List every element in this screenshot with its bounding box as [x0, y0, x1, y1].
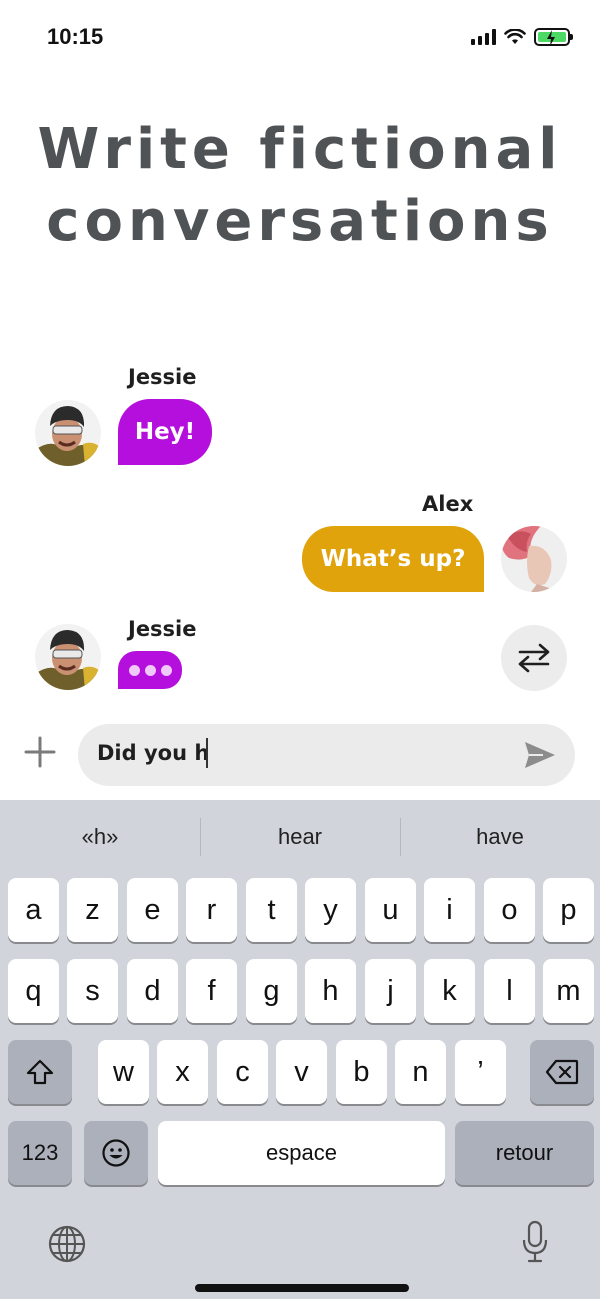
suggestion-1[interactable]: «h» — [0, 824, 200, 850]
avatar[interactable] — [35, 400, 101, 466]
key-q[interactable]: q — [8, 959, 59, 1023]
key-k[interactable]: k — [424, 959, 475, 1023]
avatar[interactable] — [501, 526, 567, 592]
numbers-key[interactable]: 123 — [8, 1121, 72, 1185]
key-t[interactable]: t — [246, 878, 297, 942]
key-d[interactable]: d — [127, 959, 178, 1023]
shift-key[interactable] — [8, 1040, 72, 1104]
swap-arrows-icon — [518, 643, 550, 673]
add-attachment-button[interactable] — [22, 734, 58, 770]
key-z[interactable]: z — [67, 878, 118, 942]
wifi-icon — [504, 29, 526, 44]
space-key[interactable]: espace — [158, 1121, 445, 1185]
sender-name: Alex — [422, 492, 474, 516]
key-v[interactable]: v — [276, 1040, 327, 1104]
microphone-icon[interactable] — [521, 1220, 549, 1264]
key-o[interactable]: o — [484, 878, 535, 942]
message-input-text[interactable]: Did you h — [97, 741, 209, 765]
backspace-icon — [545, 1059, 579, 1085]
page-title: Write fictional conversations — [37, 117, 563, 254]
key-r[interactable]: r — [186, 878, 237, 942]
key-p[interactable]: p — [543, 878, 594, 942]
backspace-key[interactable] — [530, 1040, 594, 1104]
keyboard: «h» hear have a z e r t y u i o p q s d … — [0, 800, 600, 1299]
message-text: Hey! — [134, 419, 196, 445]
sender-name: Jessie — [128, 365, 197, 389]
key-m[interactable]: m — [543, 959, 594, 1023]
battery-charging-icon — [534, 28, 573, 46]
status-time: 10:15 — [47, 24, 104, 49]
key-e[interactable]: e — [127, 878, 178, 942]
globe-icon[interactable] — [47, 1224, 87, 1264]
key-g[interactable]: g — [246, 959, 297, 1023]
message-bubble: Hey! — [118, 399, 212, 465]
typing-dot — [128, 664, 140, 676]
swap-sender-button[interactable] — [501, 625, 567, 691]
status-icons — [471, 28, 573, 46]
key-w[interactable]: w — [98, 1040, 149, 1104]
avatar[interactable] — [35, 624, 101, 690]
typing-dot — [144, 664, 156, 676]
key-a[interactable]: a — [8, 878, 59, 942]
key-x[interactable]: x — [157, 1040, 208, 1104]
key-j[interactable]: j — [365, 959, 416, 1023]
message-input[interactable]: Did you h — [78, 724, 575, 786]
sender-name: Jessie — [128, 617, 197, 641]
key-n[interactable]: n — [395, 1040, 446, 1104]
typing-indicator — [118, 651, 182, 689]
key-apostrophe[interactable]: ’ — [455, 1040, 506, 1104]
text-caret — [206, 738, 208, 768]
key-u[interactable]: u — [365, 878, 416, 942]
key-l[interactable]: l — [484, 959, 535, 1023]
suggestion-2[interactable]: hear — [200, 824, 400, 850]
home-indicator[interactable] — [195, 1284, 409, 1292]
key-s[interactable]: s — [67, 959, 118, 1023]
plus-icon — [24, 736, 56, 768]
return-key[interactable]: retour — [455, 1121, 594, 1185]
signal-icon — [471, 29, 496, 45]
emoji-icon — [102, 1139, 130, 1167]
key-c[interactable]: c — [217, 1040, 268, 1104]
emoji-key[interactable] — [84, 1121, 148, 1185]
key-h[interactable]: h — [305, 959, 356, 1023]
send-icon[interactable] — [523, 739, 557, 771]
typing-dot — [160, 664, 172, 676]
shift-icon — [26, 1059, 54, 1085]
key-b[interactable]: b — [336, 1040, 387, 1104]
key-i[interactable]: i — [424, 878, 475, 942]
message-text: What’s up? — [320, 546, 466, 572]
suggestion-3[interactable]: have — [400, 824, 600, 850]
key-y[interactable]: y — [305, 878, 356, 942]
key-f[interactable]: f — [186, 959, 237, 1023]
message-bubble: What’s up? — [302, 526, 484, 592]
